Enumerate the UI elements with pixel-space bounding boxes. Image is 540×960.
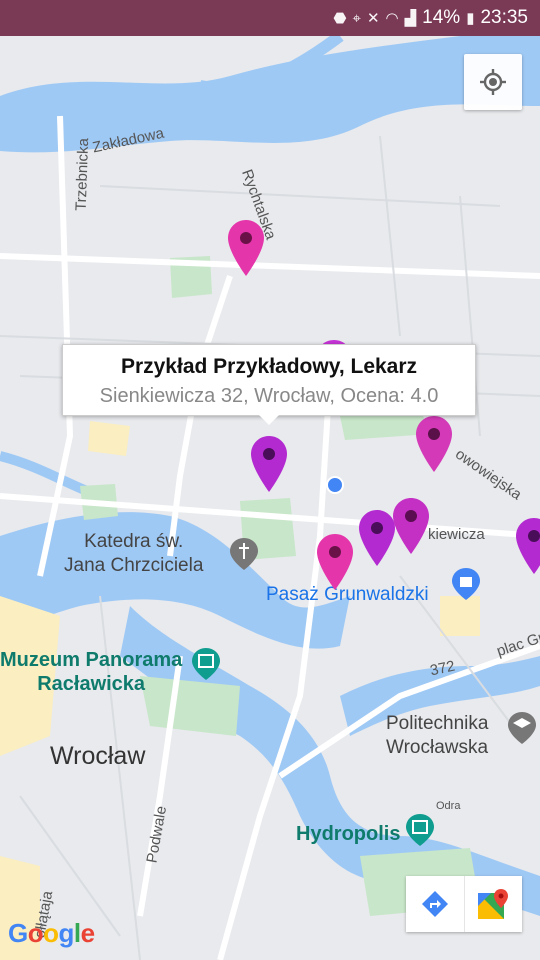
open-google-maps-button[interactable] [463, 876, 523, 932]
signal-icon: ▟ [404, 10, 417, 27]
wifi-icon: ◠ [385, 10, 399, 27]
my-location-button[interactable] [464, 54, 522, 110]
street-label-sienkiewicza: kiewicza [428, 526, 485, 543]
directions-icon [421, 891, 448, 917]
vpn-icon: ⬣ [333, 10, 347, 27]
poi-muzeum-panorama[interactable]: Muzeum Panorama Racławicka [0, 648, 182, 696]
my-location-icon [480, 69, 506, 95]
river-label-odra: Odra [436, 800, 461, 812]
doctor-marker[interactable] [391, 496, 431, 556]
city-label-wroclaw: Wrocław [50, 742, 146, 770]
doctor-marker[interactable] [514, 516, 540, 576]
doctor-marker[interactable] [249, 434, 289, 494]
doctor-marker[interactable] [414, 414, 454, 474]
street-label-trzebnicka: Trzebnicka [72, 137, 93, 212]
poi-hydropolis[interactable]: Hydropolis [296, 822, 400, 846]
current-location-dot [326, 476, 344, 494]
location-icon: ⌖ [352, 9, 361, 27]
battery-percent: 14% [422, 7, 461, 28]
church-icon [230, 538, 258, 570]
map-view[interactable]: Zakładowa Trzebnicka Rychtalska owowiejs… [0, 36, 540, 960]
status-bar: ⬣ ⌖ ✕ ◠ ▟ 14% ▮ 23:35 [0, 0, 540, 36]
poi-politechnika[interactable]: Politechnika Wrocławska [386, 712, 488, 760]
map-toolbar [406, 876, 522, 932]
clock: 23:35 [480, 7, 528, 28]
shopping-icon [452, 568, 480, 600]
google-maps-icon [478, 889, 509, 919]
info-window-snippet: Sienkiewicza 32, Wrocław, Ocena: 4.0 [99, 385, 439, 407]
directions-button[interactable] [406, 876, 464, 932]
marker-info-window[interactable]: Przykład Przykładowy, Lekarz Sienkiewicz… [62, 344, 476, 416]
school-icon [508, 712, 536, 744]
info-window-title: Przykład Przykładowy, Lekarz [120, 355, 418, 378]
mute-icon: ✕ [366, 10, 380, 27]
battery-icon: ▮ [466, 10, 475, 27]
poi-katedra[interactable]: Katedra św. Jana Chrzciciela [64, 530, 203, 578]
info-window-pointer [259, 415, 279, 425]
museum-icon [192, 648, 220, 680]
google-logo: Google [8, 918, 95, 948]
doctor-marker[interactable] [226, 218, 266, 278]
museum-hydropolis-icon [406, 814, 434, 846]
doctor-marker[interactable] [315, 532, 355, 592]
